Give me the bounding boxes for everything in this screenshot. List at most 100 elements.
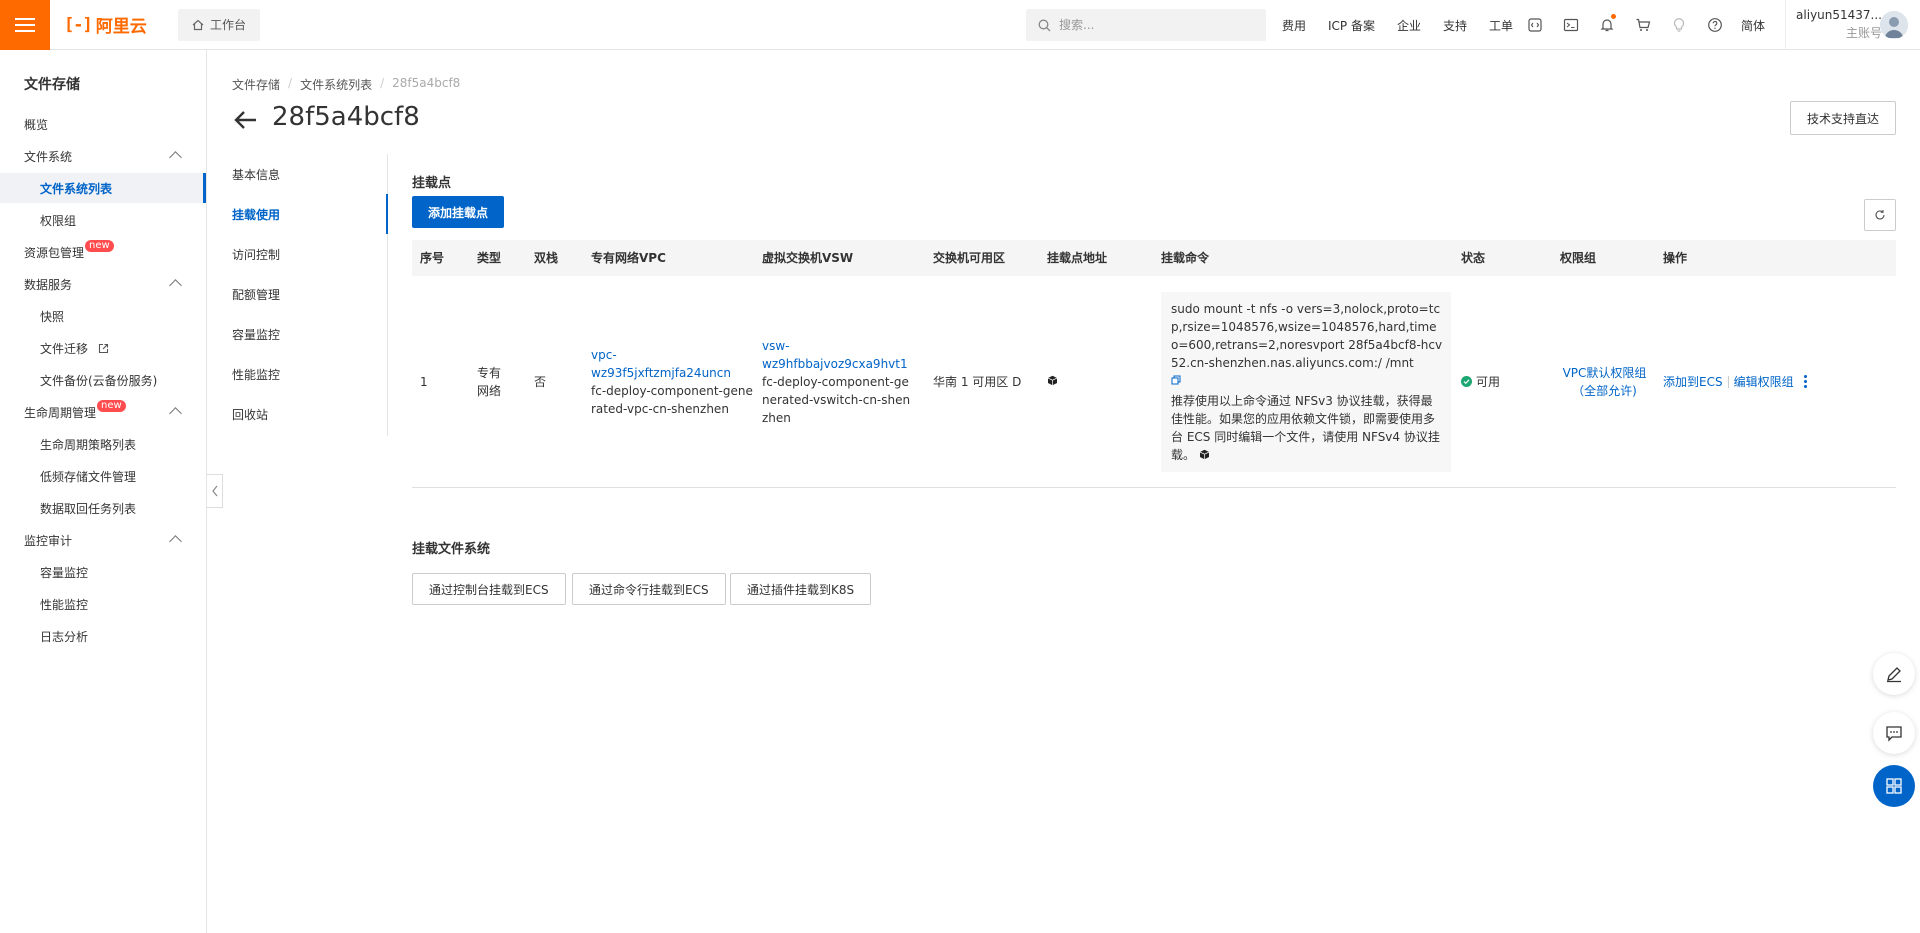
column-header: 虚拟交换机VSW [762, 251, 854, 265]
sidebar-item-infrequent-access[interactable]: 低频存储文件管理 [0, 461, 206, 491]
terminal-icon[interactable] [1553, 17, 1589, 33]
cart-icon[interactable] [1625, 17, 1661, 33]
detail-subnav: 基本信息 挂载使用 访问控制 配额管理 容量监控 性能监控 回收站 [232, 154, 388, 436]
mount-command-text: sudo mount -t nfs -o vers=3,nolock,proto… [1171, 301, 1443, 370]
logo-text: 阿里云 [95, 17, 147, 37]
cell-actions: 添加到ECS 编辑权限组 [1655, 373, 1896, 391]
mount-via-cli-button[interactable]: 通过命令行挂载到ECS [572, 573, 726, 605]
aliyun-logo[interactable]: [-] 阿里云 [64, 12, 164, 38]
link-support[interactable]: 支持 [1443, 17, 1467, 34]
sidebar-item-overview[interactable]: 概览 [0, 109, 206, 139]
mount-command-tip-text: 推荐使用以上命令通过 NFSv3 协议挂载，获得最佳性能。如果您的应用依赖文件锁… [1171, 393, 1440, 462]
subnav-mount-usage[interactable]: 挂载使用 [232, 194, 388, 234]
link-billing[interactable]: 费用 [1282, 17, 1306, 34]
sidebar-item-file-backup[interactable]: 文件备份(云备份服务) [0, 365, 206, 395]
mount-via-k8s-plugin-button[interactable]: 通过插件挂载到K8S [730, 573, 872, 605]
cube-icon[interactable] [1047, 375, 1058, 386]
feedback-button[interactable] [1873, 653, 1915, 695]
workbench-button[interactable]: 工作台 [178, 8, 261, 41]
global-search[interactable] [1026, 9, 1266, 41]
logo-mark: [-] [64, 14, 93, 35]
sidebar-item-label: 权限组 [40, 213, 77, 228]
column-header: 操作 [1663, 251, 1688, 265]
notification-dot [1611, 14, 1617, 19]
sidebar-group-lifecycle[interactable]: 生命周期管理 new [0, 397, 206, 427]
tech-support-button[interactable]: 技术支持直达 [1790, 101, 1896, 135]
mount-via-console-button[interactable]: 通过控制台挂载到ECS [412, 573, 566, 605]
hamburger-menu-button[interactable] [0, 0, 50, 50]
breadcrumb-current: 28f5a4bcf8 [392, 76, 461, 90]
sidebar-item-snapshot[interactable]: 快照 [0, 301, 206, 331]
sidebar-item-performance-monitor[interactable]: 性能监控 [0, 589, 206, 619]
help-icon[interactable] [1697, 17, 1733, 33]
link-enterprise[interactable]: 企业 [1397, 17, 1421, 34]
cell-mount-command: sudo mount -t nfs -o vers=3,nolock,proto… [1153, 291, 1453, 472]
mount-points-table: 序号 类型 双栈 专有网络VPC 虚拟交换机VSW 交换机可用区 挂载点地址 挂… [412, 240, 1896, 488]
table-header: 序号 类型 双栈 专有网络VPC 虚拟交换机VSW 交换机可用区 挂载点地址 挂… [412, 240, 1896, 276]
mount-command-box: sudo mount -t nfs -o vers=3,nolock,proto… [1161, 291, 1451, 472]
edit-permission-group-link[interactable]: 编辑权限组 [1734, 373, 1794, 391]
add-to-ecs-link[interactable]: 添加到ECS [1663, 373, 1723, 391]
subnav-capacity-monitor[interactable]: 容量监控 [232, 314, 388, 354]
sidebar-item-capacity-monitor[interactable]: 容量监控 [0, 557, 206, 587]
new-badge: new [85, 240, 114, 252]
link-icp[interactable]: ICP 备案 [1328, 17, 1375, 34]
sidebar-item-label: 数据服务 [24, 277, 73, 292]
cell-mount-address [1039, 373, 1153, 391]
code-icon[interactable] [1517, 17, 1553, 33]
bell-icon[interactable] [1589, 14, 1625, 33]
vpc-name: fc-deploy-component-generated-vpc-cn-she… [591, 383, 753, 416]
column-header: 挂载命令 [1161, 251, 1210, 265]
cube-icon[interactable] [1199, 449, 1210, 460]
avatar[interactable] [1880, 11, 1908, 39]
sidebar-item-data-retrieval[interactable]: 数据取回任务列表 [0, 493, 206, 523]
subnav-basic-info[interactable]: 基本信息 [232, 154, 388, 194]
sidebar-item-label: 低频存储文件管理 [40, 469, 137, 484]
apps-button[interactable] [1873, 765, 1915, 807]
sidebar-item-label: 文件系统列表 [40, 181, 113, 196]
sidebar-item-label: 概览 [24, 117, 49, 132]
check-circle-icon [1461, 376, 1472, 388]
back-arrow-icon[interactable] [232, 106, 260, 134]
chevron-up-icon [169, 407, 182, 420]
divider [1785, 0, 1786, 50]
copy-icon[interactable] [1171, 375, 1181, 385]
sidebar-item-label: 监控审计 [24, 533, 73, 548]
mount-points-title: 挂载点 [412, 176, 452, 191]
refresh-button[interactable] [1864, 199, 1896, 231]
vpc-link[interactable]: vpc-wz93f5jxftzmjfa24uncn [591, 346, 754, 382]
sidebar-group-monitoring[interactable]: 监控审计 [0, 525, 206, 555]
account-info[interactable]: aliyun51437... 主账号 [1792, 8, 1882, 41]
link-tickets[interactable]: 工单 [1489, 17, 1513, 34]
column-header: 挂载点地址 [1047, 251, 1108, 265]
chevron-up-icon [169, 151, 182, 164]
column-header: 类型 [477, 251, 502, 265]
sidebar-item-log-analysis[interactable]: 日志分析 [0, 621, 206, 651]
permission-group-link[interactable]: VPC默认权限组（全部允许) [1563, 366, 1647, 398]
subnav-recycle-bin[interactable]: 回收站 [232, 394, 388, 434]
sidebar-group-data-services[interactable]: 数据服务 [0, 269, 206, 299]
subnav-performance-monitor[interactable]: 性能监控 [232, 354, 388, 394]
breadcrumb-item[interactable]: 文件存储 [232, 76, 280, 93]
sidebar-item-file-migration[interactable]: 文件迁移 [0, 333, 206, 363]
refresh-icon [1875, 210, 1885, 220]
chat-button[interactable] [1873, 712, 1915, 754]
more-actions-icon[interactable] [1803, 375, 1807, 388]
breadcrumb-item[interactable]: 文件系统列表 [300, 76, 372, 93]
search-input[interactable] [1059, 18, 1249, 32]
sidebar-collapse-handle[interactable] [207, 474, 223, 508]
sidebar-item-lifecycle-policy[interactable]: 生命周期策略列表 [0, 429, 206, 459]
vswitch-link[interactable]: vsw-wz9hfbbajvoz9cxa9hvt1 [762, 337, 925, 373]
add-mount-point-button[interactable]: 添加挂载点 [412, 196, 504, 228]
sidebar-item-resource-package[interactable]: 资源包管理 new [0, 237, 206, 267]
sidebar-item-label: 文件系统 [24, 149, 73, 164]
home-icon [192, 19, 204, 30]
sidebar-item-permission-group[interactable]: 权限组 [0, 205, 206, 235]
subnav-quota[interactable]: 配额管理 [232, 274, 388, 314]
sidebar-group-filesystem[interactable]: 文件系统 [0, 141, 206, 171]
subnav-access-control[interactable]: 访问控制 [232, 234, 388, 274]
lightbulb-icon[interactable] [1661, 17, 1697, 33]
sidebar-item-filesystem-list[interactable]: 文件系统列表 [0, 173, 206, 203]
language-switch[interactable]: 简体 [1741, 17, 1765, 34]
column-header: 交换机可用区 [933, 251, 1006, 265]
